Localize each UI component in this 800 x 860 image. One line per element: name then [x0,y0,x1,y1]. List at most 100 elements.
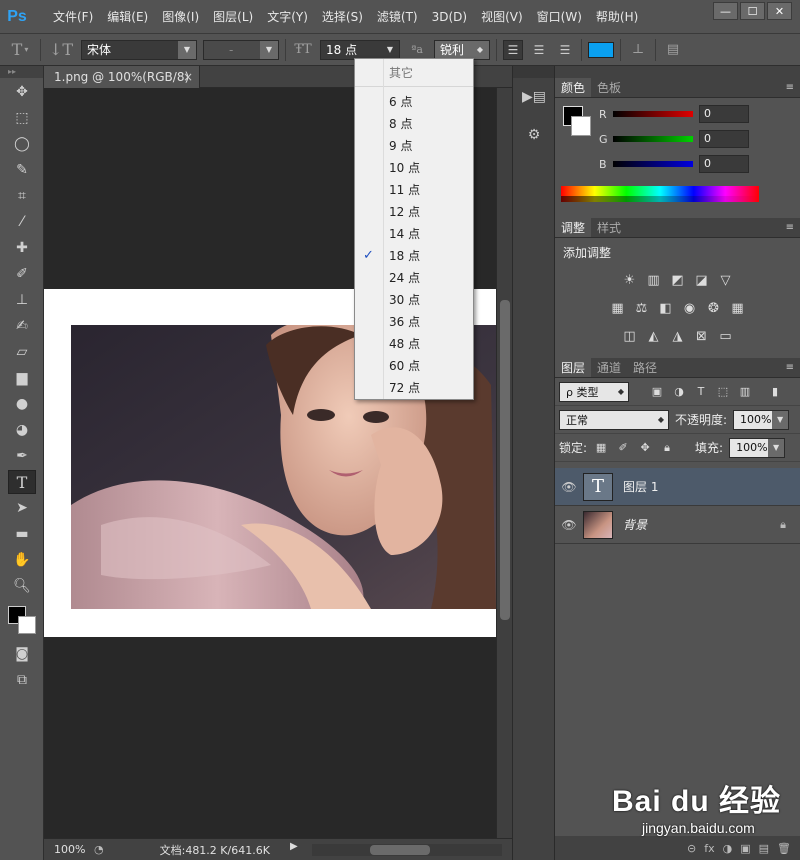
menu-window[interactable]: 窗口(W) [530,0,589,34]
threshold-icon[interactable]: ◮ [669,327,687,345]
font-style-select[interactable]: - ▼ [203,39,279,60]
dodge-tool-icon[interactable]: ◕ [8,418,36,442]
vertical-scrollbar[interactable] [496,88,512,838]
blue-value-input[interactable]: 0 [699,155,749,173]
text-color-swatch[interactable] [588,41,614,58]
marquee-tool-icon[interactable]: ⬚ [8,106,36,130]
font-size-option[interactable]: 30 点 [355,289,473,311]
filter-adjustment-icon[interactable]: ◑ [671,384,687,400]
background-color-swatch[interactable] [18,616,36,634]
visibility-eye-icon[interactable]: 👁︎ [555,480,583,494]
red-slider[interactable] [613,111,693,117]
horizontal-scrollbar[interactable] [312,844,502,856]
green-slider[interactable] [613,136,693,142]
panel-menu-icon[interactable]: ≡ [786,218,794,238]
font-size-option-selected[interactable]: ✓ 18 点 [355,245,473,267]
filter-smart-object-icon[interactable]: ▥ [737,384,753,400]
lock-image-icon[interactable]: ✐ [615,440,631,456]
tab-adjustments[interactable]: 调整 [555,218,592,237]
vibrance-icon[interactable]: ▽ [717,271,735,289]
font-size-option[interactable]: 48 点 [355,333,473,355]
hand-tool-icon[interactable]: ✋ [8,548,36,572]
posterize-icon[interactable]: ◭ [645,327,663,345]
color-balance-icon[interactable]: ⚖ [633,299,651,317]
font-size-option[interactable]: 14 点 [355,223,473,245]
layer-style-icon[interactable]: fx [704,842,714,855]
font-size-option[interactable]: 60 点 [355,355,473,377]
brush-tool-icon[interactable]: ✐ [8,262,36,286]
document-tab[interactable]: 1.png @ 100%(RGB/8) × [44,66,200,88]
layer-row[interactable]: 👁︎ T 图层 1 [555,468,800,506]
font-family-select[interactable]: 宋体 ▼ [81,39,197,60]
menu-edit[interactable]: 编辑(E) [100,0,155,34]
gradient-map-icon[interactable]: ▭ [717,327,735,345]
exposure-icon[interactable]: ◪ [693,271,711,289]
gradient-tool-icon[interactable]: ▆ [8,366,36,390]
menu-3d[interactable]: 3D(D) [425,0,474,34]
background-color-swatch[interactable] [571,116,591,136]
font-size-option[interactable]: 24 点 [355,267,473,289]
layer-name[interactable]: 图层 1 [623,478,658,495]
new-group-icon[interactable]: ▤ [759,842,769,855]
tab-layers[interactable]: 图层 [555,358,592,377]
character-panel-icon[interactable]: ▤ [662,39,684,61]
minimize-button[interactable]: — [713,2,738,20]
scrollbar-thumb[interactable] [370,845,430,855]
font-size-option[interactable]: 36 点 [355,311,473,333]
menu-help[interactable]: 帮助(H) [589,0,645,34]
type-tool-icon[interactable]: T [8,470,36,494]
align-center-icon[interactable]: ☰ [529,40,549,60]
close-icon[interactable]: × [183,66,193,88]
panel-grip[interactable] [555,66,800,78]
tab-paths[interactable]: 路径 [627,358,663,377]
align-left-icon[interactable]: ☰ [503,39,523,60]
selective-color-icon[interactable]: ⊠ [693,327,711,345]
scrollbar-thumb[interactable] [500,300,510,620]
color-swatches[interactable] [8,606,38,636]
toggle-orientation-icon[interactable]: ↓T [47,39,75,61]
filter-type-icon[interactable]: T [693,384,709,400]
blur-tool-icon[interactable]: ● [8,392,36,416]
blend-mode-select[interactable]: 正常 ◆ [559,409,669,430]
lasso-tool-icon[interactable]: ◯ [8,132,36,156]
blue-slider[interactable] [613,161,693,167]
status-menu-arrow-icon[interactable]: ▶ [290,841,298,852]
menu-layer[interactable]: 图层(L) [206,0,260,34]
curves-icon[interactable]: ◩ [669,271,687,289]
close-button[interactable]: ✕ [767,2,792,20]
red-value-input[interactable]: 0 [699,105,749,123]
history-panel-icon[interactable]: ▶▤ [519,84,549,110]
channel-mixer-icon[interactable]: ❂ [705,299,723,317]
lock-transparent-icon[interactable]: ▦ [593,440,609,456]
font-size-option[interactable]: 72 点 [355,377,473,399]
black-white-icon[interactable]: ◧ [657,299,675,317]
font-size-option[interactable]: 6 点 [355,91,473,113]
status-info-icon[interactable]: ◔ [94,843,104,856]
delete-layer-icon[interactable]: 🗑 [777,842,791,855]
tab-styles[interactable]: 样式 [591,218,627,237]
fill-input[interactable]: 100% ▼ [729,437,786,458]
color-spectrum-ramp[interactable] [561,186,759,202]
link-layers-icon[interactable]: ⊝ [687,842,696,855]
menu-select[interactable]: 选择(S) [315,0,370,34]
photo-filter-icon[interactable]: ◉ [681,299,699,317]
quick-mask-icon[interactable]: ◙ [8,642,36,666]
zoom-tool-icon[interactable]: 🔍︎ [8,574,36,598]
panel-menu-icon[interactable]: ≡ [786,78,794,98]
screen-mode-icon[interactable]: ⧉ [8,668,36,692]
font-size-option[interactable]: 10 点 [355,157,473,179]
zoom-level[interactable]: 100% [44,843,94,856]
move-tool-icon[interactable]: ✥ [8,80,36,104]
crop-tool-icon[interactable]: ⌗ [8,184,36,208]
path-selection-icon[interactable]: ➤ [8,496,36,520]
panel-grip[interactable] [513,66,554,78]
opacity-input[interactable]: 100% ▼ [733,409,790,430]
font-size-option[interactable]: 8 点 [355,113,473,135]
rectangle-tool-icon[interactable]: ▬ [8,522,36,546]
invert-icon[interactable]: ◫ [621,327,639,345]
layer-name[interactable]: 背景 [623,516,647,533]
lock-all-icon[interactable]: 🔒︎ [659,440,675,456]
tab-color[interactable]: 颜色 [555,78,592,97]
color-lookup-icon[interactable]: ▦ [729,299,747,317]
add-mask-icon[interactable]: ▣ [740,842,750,855]
